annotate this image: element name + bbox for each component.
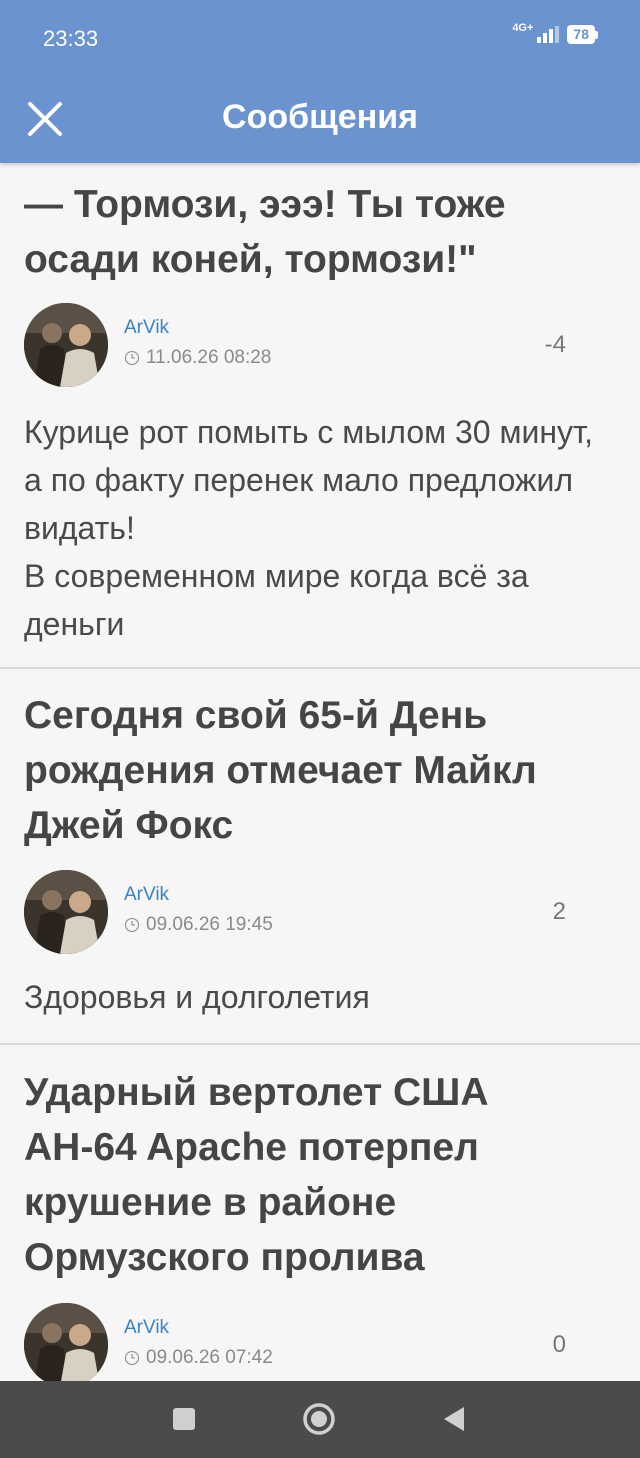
square-icon bbox=[173, 1408, 195, 1430]
home-button[interactable] bbox=[301, 1401, 337, 1437]
avatar[interactable] bbox=[24, 303, 108, 387]
post-rating: 2 bbox=[552, 898, 566, 925]
post-title[interactable]: Сегодня свой 65-й День рождения отмечает… bbox=[24, 688, 616, 853]
avatar[interactable] bbox=[24, 1303, 108, 1381]
page-title: Сообщения bbox=[222, 98, 418, 136]
clock-icon bbox=[124, 350, 140, 366]
post-meta: ArVik 09.06.26 07:42 0 bbox=[24, 1303, 584, 1381]
post-body: Здоровья и долголетия bbox=[24, 979, 370, 1015]
clock-icon bbox=[124, 1350, 140, 1366]
author-link[interactable]: ArVik bbox=[124, 884, 169, 906]
app-header: 23:33 4G+ 78 Сообщения bbox=[0, 0, 640, 163]
post-body: Курице рот помыть с мылом 30 минут, а по… bbox=[24, 414, 594, 642]
clock-icon bbox=[124, 917, 140, 933]
battery-level: 78 bbox=[567, 25, 595, 44]
author-link[interactable]: ArVik bbox=[124, 317, 169, 339]
post-meta: ArVik 11.06.26 08:28 -4 bbox=[24, 303, 584, 387]
message-feed[interactable]: — Тормози, эээ! Ты тоже осади коней, тор… bbox=[0, 163, 640, 1381]
post-date: 11.06.26 08:28 bbox=[124, 347, 271, 369]
post-item[interactable]: Ударный вертолет США AH-64 Apache потерп… bbox=[0, 1045, 640, 1381]
network-type: 4G+ bbox=[512, 22, 534, 34]
post-item[interactable]: — Тормози, эээ! Ты тоже осади коней, тор… bbox=[0, 163, 640, 669]
back-button[interactable] bbox=[436, 1401, 472, 1437]
avatar[interactable] bbox=[24, 870, 108, 954]
status-time: 23:33 bbox=[43, 26, 99, 51]
post-title[interactable]: Ударный вертолет США AH-64 Apache потерп… bbox=[24, 1065, 616, 1285]
system-nav-bar bbox=[0, 1381, 640, 1458]
post-meta: ArVik 09.06.26 19:45 2 bbox=[24, 870, 584, 954]
post-item[interactable]: Сегодня свой 65-й День рождения отмечает… bbox=[0, 668, 640, 1045]
post-rating: -4 bbox=[544, 331, 566, 358]
author-link[interactable]: ArVik bbox=[124, 1317, 169, 1339]
post-date: 09.06.26 07:42 bbox=[124, 1347, 273, 1369]
post-date: 09.06.26 19:45 bbox=[124, 914, 273, 936]
battery-icon: 78 bbox=[567, 25, 598, 44]
post-rating: 0 bbox=[552, 1331, 566, 1358]
triangle-back-icon bbox=[444, 1407, 464, 1431]
post-title[interactable]: — Тормози, эээ! Ты тоже осади коней, тор… bbox=[24, 177, 616, 287]
signal-icon bbox=[537, 26, 560, 43]
recents-button[interactable] bbox=[166, 1401, 202, 1437]
circle-icon bbox=[303, 1403, 335, 1435]
status-icons: 4G+ 78 bbox=[512, 22, 598, 44]
